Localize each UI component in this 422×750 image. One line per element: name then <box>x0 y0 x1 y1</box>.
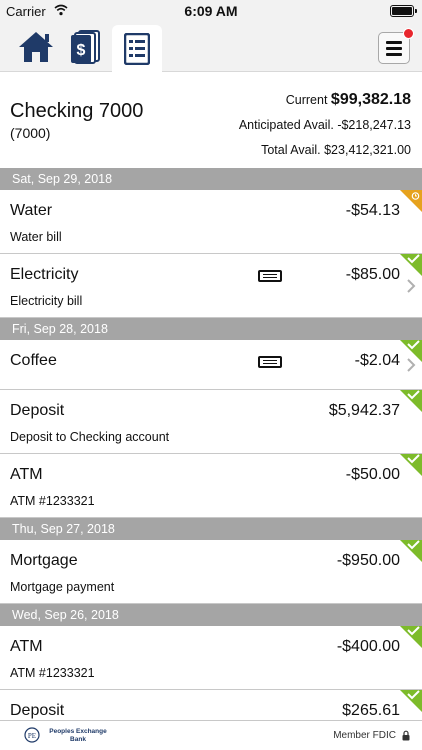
transaction-name: Mortgage <box>10 552 78 569</box>
lock-icon <box>402 730 410 741</box>
transaction-row[interactable]: Deposit $265.61 <box>0 690 422 720</box>
transaction-amount: $5,942.37 <box>328 402 400 419</box>
transaction-name: Deposit <box>10 402 65 419</box>
date-header: Fri, Sep 28, 2018 <box>0 318 422 340</box>
transaction-amount: $265.61 <box>342 702 400 719</box>
transaction-description: Electricity bill <box>10 294 83 308</box>
tab-accounts[interactable]: $ <box>62 25 110 69</box>
member-fdic-label: Member FDIC <box>333 730 396 741</box>
cleared-check-icon <box>400 690 422 712</box>
memo-icon[interactable] <box>258 270 282 282</box>
money-stack-icon: $ <box>71 30 100 64</box>
register-icon <box>124 33 150 65</box>
battery-icon <box>390 5 417 17</box>
transaction-description: Mortgage payment <box>10 580 115 594</box>
transaction-amount: -$2.04 <box>354 352 400 369</box>
transaction-amount: -$54.13 <box>345 202 400 219</box>
transaction-name: Water <box>10 202 53 219</box>
transaction-amount: -$85.00 <box>345 266 400 283</box>
menu-button[interactable] <box>378 28 414 64</box>
transaction-name: Coffee <box>10 352 57 369</box>
bank-logo: PE <box>24 727 40 743</box>
transaction-name: Electricity <box>10 266 79 283</box>
transaction-name: ATM <box>10 638 43 655</box>
hamburger-icon <box>386 40 402 44</box>
pending-clock-icon <box>400 190 422 212</box>
account-number: (7000) <box>10 125 51 141</box>
account-header: Checking 7000 (7000) Current $99,382.18 … <box>0 72 422 168</box>
transaction-amount: -$400.00 <box>336 638 400 655</box>
svg-text:PE: PE <box>28 732 36 740</box>
current-balance: Current $99,382.18 <box>285 91 411 108</box>
cleared-check-icon <box>400 454 422 476</box>
chevron-right-icon[interactable] <box>406 279 416 293</box>
status-time: 6:09 AM <box>184 3 238 19</box>
cleared-check-icon <box>400 540 422 562</box>
transaction-row[interactable]: Water Water bill -$54.13 <box>0 190 422 254</box>
transaction-row[interactable]: Electricity Electricity bill -$85.00 <box>0 254 422 318</box>
transaction-row[interactable]: Coffee -$2.04 <box>0 340 422 390</box>
footer: PE Peoples Exchange Bank Member FDIC <box>0 720 422 750</box>
transaction-list[interactable]: Sat, Sep 29, 2018 Water Water bill -$54.13 E… <box>0 168 422 720</box>
date-header: Sat, Sep 29, 2018 <box>0 168 422 190</box>
cleared-check-icon <box>400 390 422 412</box>
total-available-balance: Total Avail. $23,412,321.00 <box>261 143 411 157</box>
anticipated-balance: Anticipated Avail. -$218,247.13 <box>238 118 411 132</box>
transaction-description: Water bill <box>10 230 62 244</box>
date-header: Thu, Sep 27, 2018 <box>0 518 422 540</box>
transaction-row[interactable]: ATM ATM #1233321 -$50.00 <box>0 454 422 518</box>
nav-bar: $ <box>0 22 422 73</box>
status-bar: Carrier 6:09 AM <box>0 0 422 22</box>
account-name: Checking 7000 <box>10 100 144 122</box>
transaction-description: ATM #1233321 <box>10 666 95 680</box>
transaction-amount: -$50.00 <box>345 466 400 483</box>
notification-dot <box>403 28 414 39</box>
transaction-name: ATM <box>10 466 43 483</box>
transaction-row[interactable]: Deposit Deposit to Checking account $5,942… <box>0 390 422 454</box>
transaction-description: Deposit to Checking account <box>10 430 170 444</box>
transaction-description: ATM #1233321 <box>10 494 95 508</box>
home-icon <box>19 32 53 62</box>
tab-register[interactable] <box>112 25 162 73</box>
balances: Current $99,382.18 Anticipated Avail. -$… <box>239 87 411 163</box>
svg-text:$: $ <box>77 42 86 59</box>
cleared-check-icon <box>400 626 422 648</box>
bank-name: Peoples Exchange Bank <box>49 728 107 743</box>
tab-home[interactable] <box>12 25 60 69</box>
transaction-row[interactable]: ATM ATM #1233321 -$400.00 <box>0 626 422 690</box>
cleared-check-icon <box>400 254 422 276</box>
date-header: Wed, Sep 26, 2018 <box>0 604 422 626</box>
transaction-row[interactable]: Mortgage Mortgage payment -$950.00 <box>0 540 422 604</box>
transaction-name: Deposit <box>10 702 65 719</box>
cleared-check-icon <box>400 340 422 362</box>
memo-icon[interactable] <box>258 356 282 368</box>
transaction-amount: -$950.00 <box>336 552 400 569</box>
